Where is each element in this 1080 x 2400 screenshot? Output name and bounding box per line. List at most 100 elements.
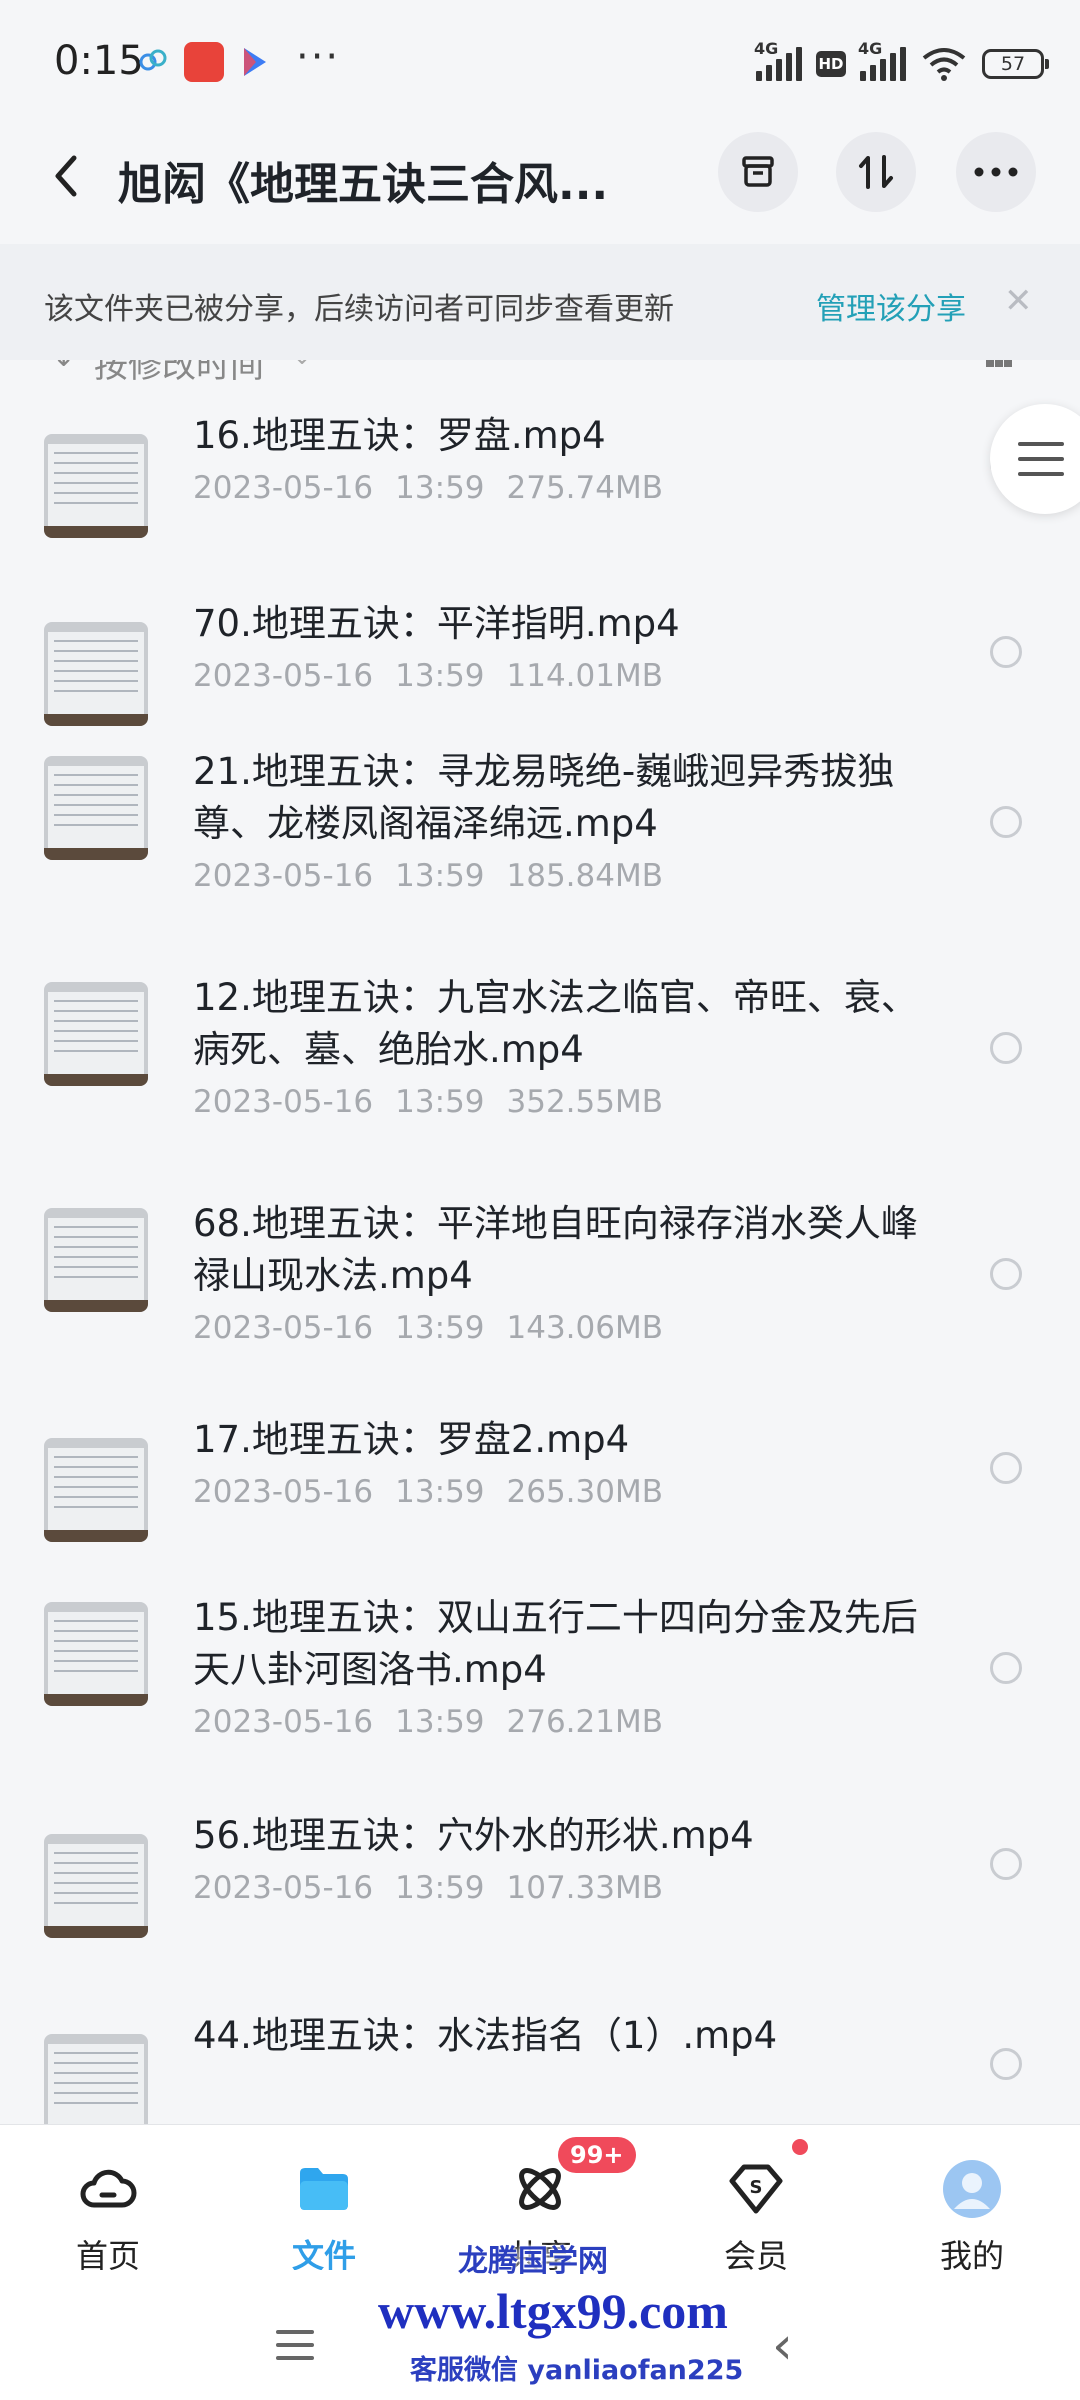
file-row[interactable]: 12.地理五诀：九宫水法之临官、帝旺、衰、病死、墓、绝胎水.mp4 2023-05…: [0, 952, 1080, 1152]
sort-toggle-button[interactable]: [836, 132, 916, 212]
vip-notification-dot: [792, 2139, 808, 2155]
select-radio[interactable]: [990, 1848, 1022, 1880]
share-banner-text: 该文件夹已被分享，后续访问者可同步查看更新: [44, 292, 674, 327]
file-time: 13:59: [395, 858, 485, 894]
more-notifications-icon: ···: [296, 34, 341, 80]
file-row[interactable]: 56.地理五诀：穴外水的形状.mp4 2023-05-16 13:59 107.33M…: [0, 1790, 1080, 1950]
system-back-icon[interactable]: ‹: [772, 2316, 793, 2376]
select-radio[interactable]: [990, 1452, 1022, 1484]
file-size: 114.01MB: [506, 658, 663, 694]
vip-diamond-icon: S: [729, 2164, 783, 2214]
file-row[interactable]: 21.地理五诀：寻龙易晓绝-巍峨迥异秀拔独尊、龙楼凤阁福泽绵远.mp4 2023-…: [0, 726, 1080, 926]
file-size: 265.30MB: [506, 1474, 663, 1510]
file-name: 12.地理五诀：九宫水法之临官、帝旺、衰、病死、墓、绝胎水.mp4: [193, 976, 918, 1071]
file-size: 107.33MB: [506, 1870, 663, 1906]
file-meta: 2023-05-16 13:59 143.06MB: [193, 1310, 685, 1346]
video-thumbnail: [44, 1602, 148, 1706]
select-radio[interactable]: [990, 2048, 1022, 2080]
file-time: 13:59: [395, 1310, 485, 1346]
file-name: 44.地理五诀：水法指名（1）.mp4: [193, 2014, 778, 2057]
folder-icon: [300, 2168, 348, 2210]
file-date: 2023-05-16: [193, 1870, 374, 1906]
app-header: 旭闳《地理五诀三合风...: [0, 118, 1080, 244]
back-arrow-icon[interactable]: [46, 146, 86, 206]
file-name: 21.地理五诀：寻龙易晓绝-巍峨迥异秀拔独尊、龙楼凤阁福泽绵远.mp4: [193, 750, 895, 845]
more-options-button[interactable]: [956, 132, 1036, 212]
video-thumbnail: [44, 756, 148, 860]
file-name: 70.地理五诀：平洋指明.mp4: [193, 602, 680, 645]
file-size: 275.74MB: [506, 470, 663, 506]
file-date: 2023-05-16: [193, 658, 374, 694]
tab-vip[interactable]: S 会员: [686, 2159, 826, 2277]
file-size: 352.55MB: [506, 1084, 663, 1120]
file-meta: 2023-05-16 13:59 276.21MB: [193, 1704, 685, 1740]
svg-text:S: S: [750, 2177, 763, 2198]
cloud-home-icon: [80, 2169, 137, 2208]
select-radio[interactable]: [990, 1652, 1022, 1684]
file-meta: 2023-05-16 13:59 275.74MB: [193, 470, 685, 506]
video-thumbnail: [44, 982, 148, 1086]
watermark-contact: 客服微信 yanliaofan225: [410, 2355, 744, 2386]
file-time: 13:59: [395, 1474, 485, 1510]
file-meta: 2023-05-16 13:59 185.84MB: [193, 858, 685, 894]
file-date: 2023-05-16: [193, 1084, 374, 1120]
file-date: 2023-05-16: [193, 1704, 374, 1740]
file-row[interactable]: 70.地理五诀：平洋指明.mp4 2023-05-16 13:59 114.01MB: [0, 578, 1080, 738]
file-time: 13:59: [395, 1704, 485, 1740]
video-thumbnail: [44, 2034, 148, 2124]
recent-apps-icon[interactable]: [276, 2330, 314, 2369]
file-row[interactable]: 44.地理五诀：水法指名（1）.mp4: [0, 1990, 1080, 2124]
file-row[interactable]: 16.地理五诀：罗盘.mp4 2023-05-16 13:59 275.74MB: [0, 390, 1080, 550]
video-thumbnail: [44, 1834, 148, 1938]
battery-icon: 57: [982, 49, 1049, 79]
share-badge: 99+: [558, 2137, 636, 2173]
file-meta: 2023-05-16 13:59 265.30MB: [193, 1474, 685, 1510]
file-name: 68.地理五诀：平洋地自旺向禄存消水癸人峰禄山现水法.mp4: [193, 1202, 918, 1297]
file-row[interactable]: 68.地理五诀：平洋地自旺向禄存消水癸人峰禄山现水法.mp4 2023-05-16…: [0, 1178, 1080, 1378]
cell-signal-icon: 4G: [858, 39, 906, 81]
status-bar: 0:15 ··· 4G HD 4G 57: [0, 0, 1080, 120]
file-name: 16.地理五诀：罗盘.mp4: [193, 414, 606, 457]
manage-share-link[interactable]: 管理该分享: [816, 284, 966, 328]
video-app-icon: [244, 48, 266, 76]
file-row[interactable]: 17.地理五诀：罗盘2.mp4 2023-05-16 13:59 265.30MB: [0, 1394, 1080, 1554]
file-size: 143.06MB: [506, 1310, 663, 1346]
sort-arrows-icon: [859, 155, 893, 189]
file-meta: 2023-05-16 13:59 114.01MB: [193, 658, 685, 694]
app-notification-icon: [184, 42, 224, 82]
wifi-icon: [922, 48, 966, 81]
save-to-box-button[interactable]: [718, 132, 798, 212]
archive-box-icon: [742, 156, 774, 187]
file-meta: 2023-05-16 13:59 107.33MB: [193, 1870, 685, 1906]
video-thumbnail: [44, 1438, 148, 1542]
file-date: 2023-05-16: [193, 1310, 374, 1346]
file-meta: [193, 2070, 259, 2106]
video-thumbnail: [44, 1208, 148, 1312]
file-date: 2023-05-16: [193, 470, 374, 506]
file-size: 185.84MB: [506, 858, 663, 894]
select-radio[interactable]: [990, 1032, 1022, 1064]
hd-voice-icon: HD: [816, 51, 846, 77]
close-icon[interactable]: ✕: [1004, 284, 1033, 318]
file-time: 13:59: [395, 658, 485, 694]
select-radio[interactable]: [990, 1258, 1022, 1290]
atom-share-icon: [519, 2168, 561, 2210]
video-thumbnail: [44, 434, 148, 538]
page-title: 旭闳《地理五诀三合风...: [118, 159, 609, 210]
file-list: 16.地理五诀：罗盘.mp4 2023-05-16 13:59 275.74MB 70.…: [0, 390, 1080, 2124]
cell-signal-icon: 4G: [754, 39, 802, 81]
file-date: 2023-05-16: [193, 1474, 374, 1510]
tab-files[interactable]: 文件: [254, 2159, 394, 2277]
file-time: 13:59: [395, 1084, 485, 1120]
select-radio[interactable]: [990, 636, 1022, 668]
watermark-site-name: 龙腾国学网: [458, 2244, 608, 2279]
share-banner: 该文件夹已被分享，后续访问者可同步查看更新 管理该分享 ✕: [0, 244, 1080, 360]
tab-me[interactable]: 我的: [902, 2159, 1042, 2277]
select-radio[interactable]: [990, 806, 1022, 838]
file-row[interactable]: 15.地理五诀：双山五行二十四向分金及先后天八卦河图洛书.mp4 2023-05-…: [0, 1572, 1080, 1772]
avatar-icon: [943, 2160, 1001, 2218]
tab-home[interactable]: 首页: [38, 2159, 178, 2277]
file-date: 2023-05-16: [193, 858, 374, 894]
file-time: 13:59: [395, 1870, 485, 1906]
file-name: 17.地理五诀：罗盘2.mp4: [193, 1418, 630, 1461]
